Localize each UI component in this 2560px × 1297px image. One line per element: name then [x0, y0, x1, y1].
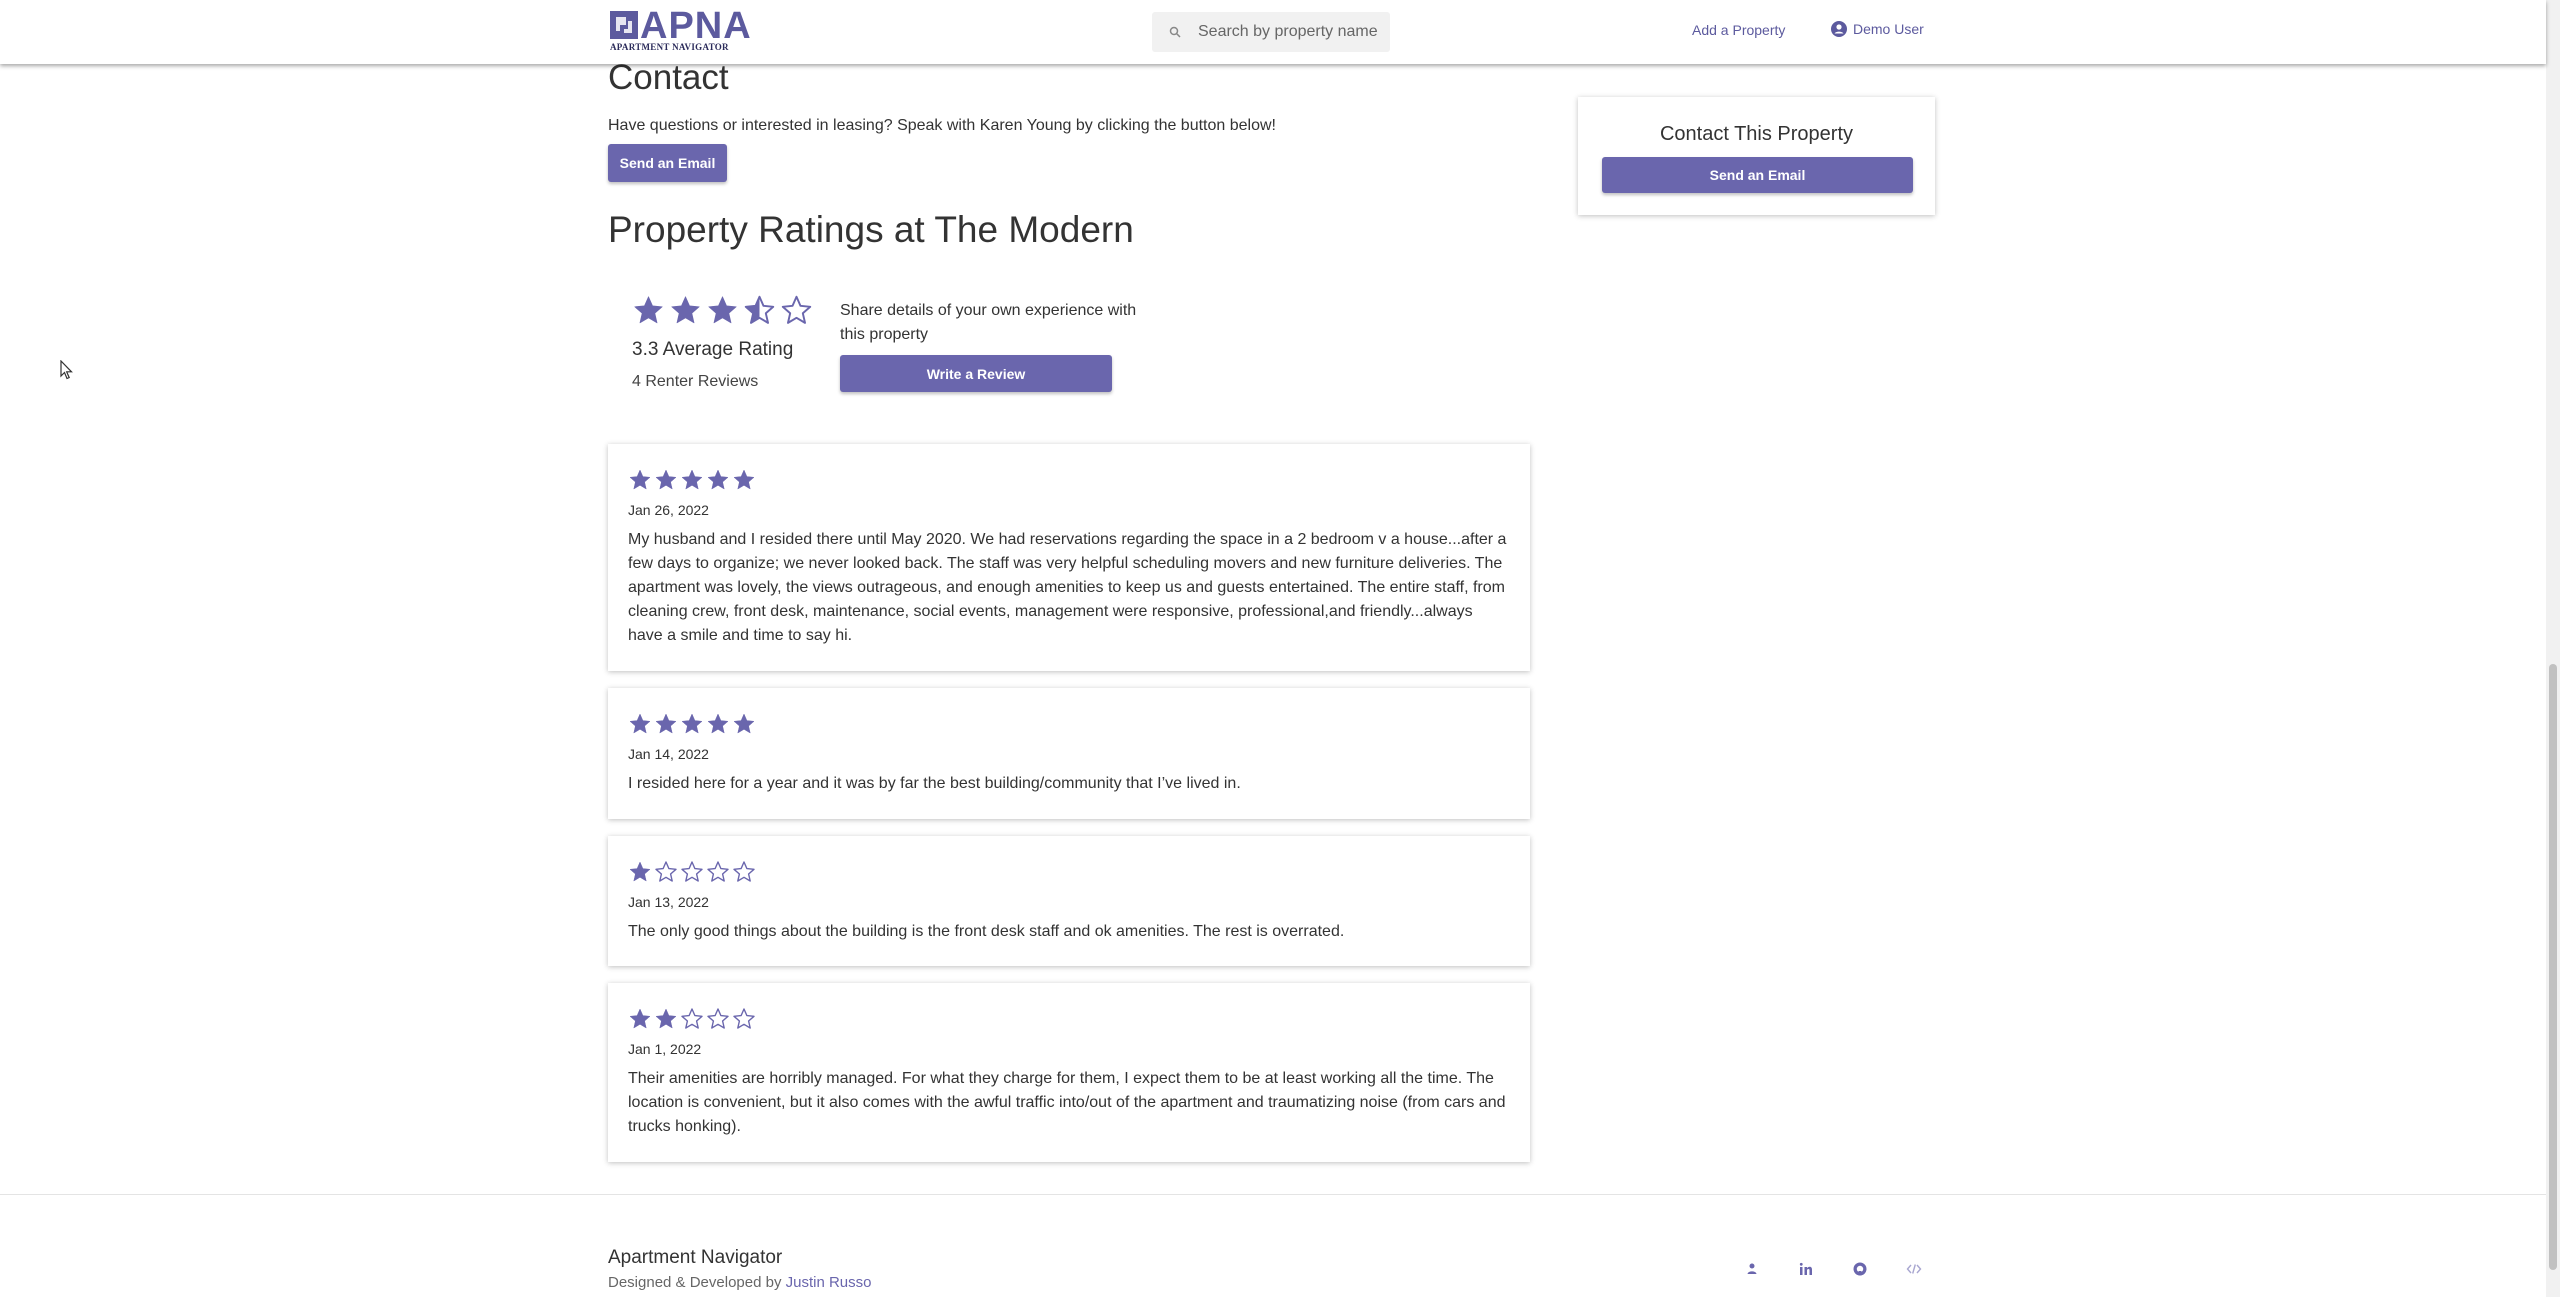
add-property-link[interactable]: Add a Property [1692, 22, 1785, 38]
vertical-scrollbar[interactable] [2546, 0, 2560, 1297]
star-half-icon [744, 295, 775, 324]
star-empty-icon [707, 1008, 729, 1029]
star-empty-icon [781, 295, 812, 324]
logo-subtitle: APARTMENT NAVIGATOR [610, 42, 729, 52]
star-filled-icon [655, 469, 677, 490]
search-input[interactable] [1198, 12, 1388, 52]
review-stars [628, 712, 756, 736]
review-date: Jan 1, 2022 [628, 1041, 702, 1057]
review-text: I resided here for a year and it was by … [628, 775, 1241, 792]
logo-text: APNA [640, 5, 752, 47]
star-filled-icon [681, 469, 703, 490]
star-filled-icon [671, 296, 700, 324]
sidebar-send-email-button[interactable]: Send an Email [1602, 157, 1913, 193]
review-card: Jan 26, 2022 My husband and I resided th… [608, 444, 1530, 671]
review-card: Jan 13, 2022 The only good things about … [608, 836, 1530, 966]
user-name: Demo User [1853, 21, 1924, 37]
review-stars [628, 860, 756, 884]
average-rating-label: 3.3 Average Rating [632, 339, 794, 360]
star-filled-icon [629, 713, 651, 734]
review-card: Jan 14, 2022 I resided here for a year a… [608, 688, 1530, 819]
review-date: Jan 14, 2022 [628, 746, 709, 762]
star-filled-icon [733, 713, 755, 734]
star-filled-icon [707, 469, 729, 490]
contact-property-card: Contact This Property Send an Email [1578, 97, 1935, 215]
star-empty-icon [733, 861, 755, 882]
review-card: Jan 1, 2022 Their amenities are horribly… [608, 983, 1530, 1162]
write-review-button[interactable]: Write a Review [840, 355, 1112, 392]
footer-credit-prefix: Designed & Developed by [608, 1274, 782, 1291]
footer-social-links [1744, 1261, 1922, 1277]
star-empty-icon [681, 861, 703, 882]
star-filled-icon [634, 296, 663, 324]
review-count: 4 Renter Reviews [632, 373, 759, 390]
review-date: Jan 26, 2022 [628, 502, 709, 518]
star-filled-icon [681, 713, 703, 734]
account-circle-icon [1831, 21, 1847, 37]
star-filled-icon [708, 296, 737, 324]
mouse-cursor-icon [60, 360, 73, 380]
contact-heading: Contact [608, 58, 729, 97]
star-filled-icon [629, 861, 651, 882]
linkedin-icon[interactable] [1798, 1261, 1814, 1277]
footer: Apartment Navigator Designed & Developed… [0, 1194, 2546, 1297]
footer-title: Apartment Navigator [608, 1247, 783, 1268]
review-text: My husband and I resided there until May… [628, 531, 1507, 644]
code-icon[interactable] [1906, 1261, 1922, 1277]
ratings-heading: Property Ratings at The Modern [608, 209, 1134, 250]
star-empty-icon [655, 861, 677, 882]
star-filled-icon [655, 713, 677, 734]
search-icon [1169, 26, 1181, 38]
star-filled-icon [629, 1008, 651, 1029]
review-text: The only good things about the building … [628, 923, 1345, 940]
contact-description: Have questions or interested in leasing?… [608, 117, 1276, 134]
review-stars [628, 1007, 756, 1031]
star-filled-icon [733, 469, 755, 490]
star-empty-icon [707, 861, 729, 882]
review-date: Jan 13, 2022 [628, 894, 709, 910]
logo-mark-icon [610, 11, 638, 39]
review-stars [628, 468, 756, 492]
top-navbar: APNA APARTMENT NAVIGATOR Add a Property … [0, 0, 2546, 64]
star-filled-icon [707, 713, 729, 734]
star-filled-icon [629, 469, 651, 490]
average-star-rating [632, 294, 813, 327]
contact-property-title: Contact This Property [1659, 123, 1854, 145]
scrollbar-thumb[interactable] [2549, 664, 2557, 1270]
author-link[interactable]: Justin Russo [786, 1274, 872, 1291]
star-empty-icon [733, 1008, 755, 1029]
footer-credit: Designed & Developed by Justin Russo [608, 1274, 872, 1291]
share-experience-text: Share details of your own experience wit… [840, 302, 1137, 343]
search-box[interactable] [1152, 12, 1390, 52]
person-icon[interactable] [1744, 1261, 1760, 1277]
star-empty-icon [681, 1008, 703, 1029]
send-email-button[interactable]: Send an Email [608, 144, 727, 182]
star-filled-icon [655, 1008, 677, 1029]
user-menu[interactable]: Demo User [1831, 21, 1924, 37]
github-icon[interactable] [1852, 1261, 1868, 1277]
apna-logo[interactable]: APNA APARTMENT NAVIGATOR [610, 7, 751, 53]
review-text: Their amenities are horribly managed. Fo… [628, 1070, 1506, 1135]
